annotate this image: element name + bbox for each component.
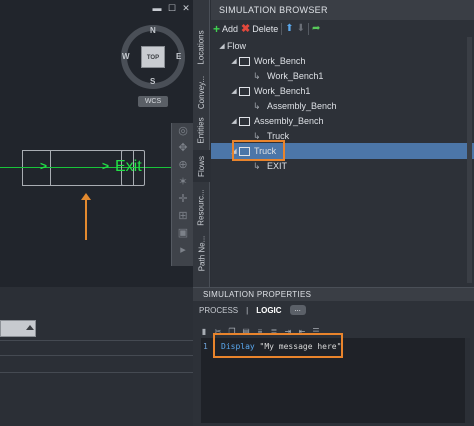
tree-row[interactable]: ◢ Flow	[211, 38, 474, 54]
add-button[interactable]: + Add	[213, 22, 238, 36]
line-number: 1	[203, 342, 208, 351]
browser-scrollbar[interactable]	[467, 37, 472, 283]
orbit-icon[interactable]: ✶	[172, 174, 193, 191]
showmotion-icon[interactable]: ▣	[172, 225, 193, 242]
delete-icon: ✖	[241, 23, 251, 35]
expand-triangle-icon[interactable]: ◢	[229, 87, 239, 95]
tab-flows[interactable]: Flows	[193, 150, 210, 182]
viewport-lower-panel	[0, 287, 193, 426]
toolbar-divider	[281, 22, 283, 35]
redo-icon[interactable]: ➦	[312, 23, 320, 34]
maximize-viewport-button[interactable]: ☐	[167, 3, 177, 13]
3d-viewport[interactable]: ▬ ☐ ✕ TOP N S E W WCS > > Exit ◎ ✥ ⊕ ✶ ✛…	[0, 0, 193, 287]
viewport-navigation-toolbar: ◎ ✥ ⊕ ✶ ✛ ⊞ ▣ ▸	[171, 123, 193, 266]
browser-toolbar: + Add ✖ Delete ⬆ ⬇ ➦	[211, 20, 474, 37]
move-down-icon[interactable]: ⬇	[297, 23, 305, 34]
tree-row[interactable]: ◢ Assembly_Bench	[211, 113, 474, 129]
tab-path-networks[interactable]: Path Ne...	[193, 232, 210, 274]
tree-item-label: Work_Bench	[254, 56, 306, 66]
flow-arrow-icon: >	[102, 159, 110, 173]
panel-title: SIMULATION BROWSER	[211, 0, 474, 20]
truck-annotation-highlight	[232, 140, 285, 161]
play-icon[interactable]: ▸	[172, 242, 193, 259]
pan-icon[interactable]: ✥	[172, 140, 193, 157]
tab-conveyors[interactable]: Convey...	[193, 74, 210, 110]
compass-west: W	[122, 52, 130, 61]
tree-row[interactable]: ↳ Work_Bench1	[211, 68, 474, 84]
editor-scrollbar[interactable]	[465, 338, 470, 423]
panel-title: SIMULATION PROPERTIES	[193, 288, 474, 301]
tree-row[interactable]: ◢ Work_Bench	[211, 53, 474, 69]
close-icon[interactable]: ✕	[181, 3, 191, 13]
simulation-properties-panel: SIMULATION PROPERTIES PROCESS | LOGIC ..…	[193, 287, 474, 426]
panel-divider	[0, 355, 193, 356]
tree-item-label: Assembly_Bench	[254, 116, 324, 126]
tree-row[interactable]: ◢ Work_Bench1	[211, 83, 474, 99]
exit-label: Exit	[115, 158, 142, 175]
compass-east: E	[176, 52, 182, 61]
minimize-viewport-button[interactable]: ▬	[152, 3, 162, 13]
code-annotation-highlight	[213, 333, 343, 358]
connection-icon: ↳	[253, 70, 261, 81]
compass-south: S	[150, 77, 156, 86]
tree-item-label: Assembly_Bench	[267, 101, 337, 111]
look-icon[interactable]: ⊞	[172, 208, 193, 225]
connection-icon: ↳	[253, 100, 261, 111]
browser-vertical-tabs: Locations Convey... Entities Flows Resou…	[193, 0, 210, 287]
toolbar-divider	[308, 22, 310, 35]
expand-triangle-icon[interactable]: ◢	[229, 57, 239, 65]
flow-path-line[interactable]	[0, 167, 171, 168]
tab-resources[interactable]: Resourc...	[193, 184, 210, 230]
tab-process[interactable]: PROCESS	[199, 306, 238, 315]
tab-divider: |	[246, 305, 249, 315]
viewcube-top-face[interactable]: TOP	[141, 46, 165, 68]
tree-item-label: Work_Bench1	[254, 86, 311, 96]
panel-divider	[0, 372, 193, 373]
flow-arrow-icon: >	[40, 159, 48, 173]
tab-logic[interactable]: LOGIC	[256, 306, 281, 315]
move-up-icon[interactable]: ⬆	[285, 23, 293, 34]
location-icon	[239, 116, 250, 126]
conveyor-divider	[50, 150, 51, 186]
steering-wheel-icon[interactable]: ◎	[172, 123, 193, 140]
panel-divider	[0, 340, 193, 341]
grip-icon: ▮	[201, 326, 207, 336]
location-icon	[239, 86, 250, 96]
zoom-icon[interactable]: ⊕	[172, 157, 193, 174]
compass-north: N	[150, 26, 156, 35]
properties-tabs: PROCESS | LOGIC ...	[193, 301, 474, 319]
tab-locations[interactable]: Locations	[193, 22, 210, 72]
wcs-menu[interactable]: WCS	[138, 96, 168, 107]
connection-icon: ↳	[253, 160, 261, 171]
walk-icon[interactable]: ✛	[172, 191, 193, 208]
expand-triangle-icon[interactable]: ◢	[217, 42, 227, 50]
expand-triangle-icon[interactable]: ◢	[229, 117, 239, 125]
delete-button[interactable]: ✖ Delete	[241, 22, 278, 35]
plus-icon: +	[213, 21, 221, 36]
tab-entities[interactable]: Entities	[193, 112, 210, 148]
tree-item-label: Work_Bench1	[267, 71, 324, 81]
tree-row[interactable]: ↳ Assembly_Bench	[211, 98, 474, 114]
more-options-button[interactable]: ...	[289, 305, 306, 315]
annotation-arrow	[85, 198, 87, 240]
chevron-up-icon[interactable]	[26, 325, 34, 330]
tree-item-label: Flow	[227, 41, 247, 51]
tree-item-label: EXIT	[267, 161, 288, 171]
location-icon	[239, 56, 250, 66]
